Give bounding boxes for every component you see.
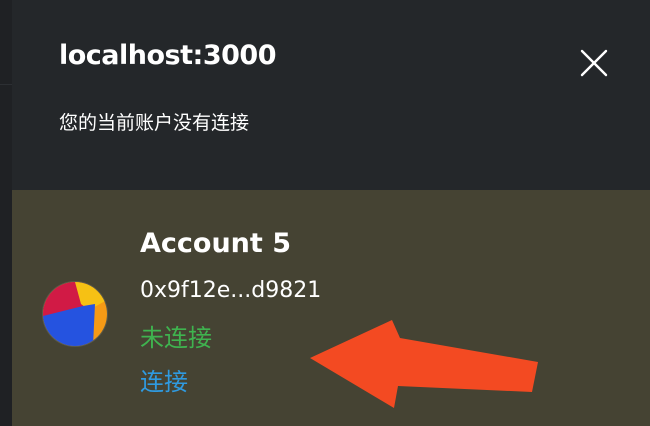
- connection-popup: localhost:3000 您的当前账户没有连接 Account 5 0x9f…: [12, 0, 650, 426]
- account-connection-status: 未连接: [140, 324, 212, 352]
- connect-link[interactable]: 连接: [140, 362, 188, 397]
- account-address: 0x9f12e...d9821: [140, 278, 322, 303]
- site-origin-title: localhost:3000: [59, 40, 276, 71]
- red-arrow-annotation-icon: [310, 320, 538, 408]
- account-identicon: [43, 282, 107, 346]
- account-name: Account 5: [140, 228, 291, 259]
- background-edge: [0, 0, 12, 426]
- account-row: Account 5 0x9f12e...d9821 未连接 连接: [12, 190, 650, 426]
- connection-status-message: 您的当前账户没有连接: [59, 112, 250, 134]
- close-icon: [580, 49, 608, 77]
- popup-header: localhost:3000 您的当前账户没有连接: [12, 0, 650, 190]
- close-button[interactable]: [577, 46, 611, 80]
